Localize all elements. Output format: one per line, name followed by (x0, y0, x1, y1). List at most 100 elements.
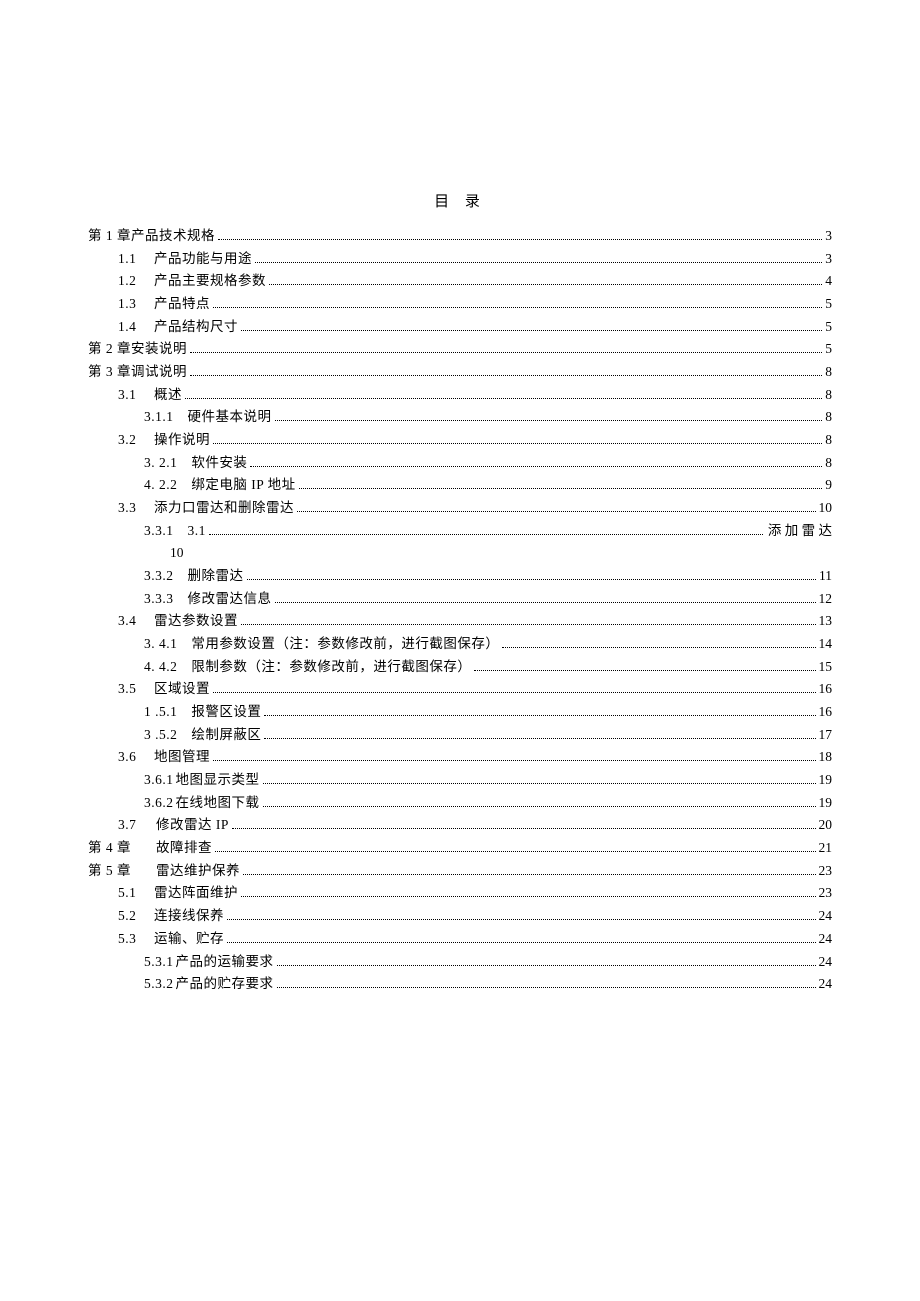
toc-entry: 第 5 章雷达维护保养23 (88, 860, 832, 883)
toc-entry: 3.1.1硬件基本说明8 (88, 406, 832, 429)
toc-entry-page: 24 (819, 905, 833, 928)
toc-leader-dots (264, 728, 815, 738)
toc-entry-text: 故障排查 (156, 837, 212, 860)
toc-entry-number: 3. 2.1 (144, 452, 177, 475)
toc-entry-page: 8 (825, 384, 832, 407)
toc-leader-dots (277, 978, 816, 988)
toc-entry: 3.6.2在线地图下载19 (88, 792, 832, 815)
toc-entry-number: 3.3.2 (144, 565, 174, 588)
toc-entry-number: 1.3 (118, 293, 154, 316)
toc-leader-dots (264, 706, 815, 716)
toc-entry-text: 修改雷达信息 (188, 588, 272, 611)
toc-entry: 5.3运输、贮存24 (88, 928, 832, 951)
toc-leader-dots (213, 683, 816, 693)
toc-entry-text: 修改雷达 IP (156, 814, 229, 837)
toc-entry-page: 5 (825, 338, 832, 361)
toc-entry-page: 13 (819, 610, 833, 633)
toc-entry-number: 3.1.1 (144, 406, 174, 429)
toc-entry: 3 .5.2绘制屏蔽区17 (88, 724, 832, 747)
toc-entry-number: 3.2 (118, 429, 154, 452)
toc-leader-dots (269, 275, 822, 285)
toc-entry-number: 4. 2.2 (144, 474, 177, 497)
toc-entry-text: 调试说明 (131, 361, 187, 384)
toc-entry: 3.5区域设置16 (88, 678, 832, 701)
toc-entry-text: 删除雷达 (188, 565, 244, 588)
toc-entry-page: 21 (819, 837, 833, 860)
toc-entry: 3.6.1地图显示类型19 (88, 769, 832, 792)
toc-entry-number: 3.7 (118, 814, 154, 837)
toc-entry-number: 5.3.1 (144, 951, 174, 974)
toc-entry-text: 区域设置 (154, 678, 210, 701)
toc-entry: 3.1概述8 (88, 384, 832, 407)
toc-entry: 1.4产品结构尺寸5 (88, 316, 832, 339)
toc-leader-dots (297, 502, 816, 512)
toc-entry-page: 8 (825, 361, 832, 384)
toc-leader-dots (250, 456, 822, 466)
toc-entry: 3.4雷达参数设置13 (88, 610, 832, 633)
toc-entry-number: 5.3.2 (144, 973, 174, 996)
toc-entry-page: 9 (825, 474, 832, 497)
toc-entry-number: 3.3 (118, 497, 154, 520)
toc-entry-number: 第 3 章 (88, 361, 131, 384)
toc-entry-text: 添力口雷达和删除雷达 (154, 497, 294, 520)
toc-leader-dots (190, 343, 822, 353)
toc-leader-dots (241, 887, 816, 897)
toc-entry-page: 19 (819, 769, 833, 792)
toc-entry-page: 8 (825, 452, 832, 475)
toc-entry-page: 17 (819, 724, 833, 747)
toc-entry-text: 雷达阵面维护 (154, 882, 238, 905)
toc-entry-number: 5.2 (118, 905, 154, 928)
toc-entry-text: 操作说明 (154, 429, 210, 452)
toc-entry-page: 18 (819, 746, 833, 769)
toc-entry-page: 23 (819, 882, 833, 905)
toc-entry-number: 5.1 (118, 882, 154, 905)
toc-entry-number: 3.6.2 (144, 792, 174, 815)
toc-entry: 3.7修改雷达 IP20 (88, 814, 832, 837)
toc-entry: 3.3.3修改雷达信息12 (88, 588, 832, 611)
toc-entry-page: 4 (825, 270, 832, 293)
toc-entry-page: 3 (825, 225, 832, 248)
document-page: 目 录 第 1 章产品技术规格31.1产品功能与用途31.2产品主要规格参数41… (0, 0, 920, 1301)
toc-leader-dots (255, 252, 822, 262)
toc-leader-dots (213, 298, 822, 308)
toc-leader-dots (502, 638, 815, 648)
toc-entry-number: 1.2 (118, 270, 154, 293)
toc-entry-page: 14 (819, 633, 833, 656)
toc-entry-text: 产品的贮存要求 (176, 973, 274, 996)
toc-entry-text: 产品结构尺寸 (154, 316, 238, 339)
toc-entry: 5.2连接线保养24 (88, 905, 832, 928)
toc-leader-dots (241, 615, 816, 625)
toc-entry-number: 第 1 章 (88, 225, 131, 248)
toc-entry-number: 4. 4.2 (144, 656, 177, 679)
toc-leader-dots (213, 434, 822, 444)
toc-entry-page: 12 (819, 588, 833, 611)
toc-entry: 1.3产品特点 5 (88, 293, 832, 316)
toc-entry: 第 2 章安装说明5 (88, 338, 832, 361)
toc-entry-number: 3.6.1 (144, 769, 174, 792)
toc-entry: 3.3添力口雷达和删除雷达 10 (88, 497, 832, 520)
toc-leader-dots (190, 366, 822, 376)
toc-entry-page: 16 (819, 701, 833, 724)
toc-entry-text: 产品特点 (154, 293, 210, 316)
toc-entry: 第 1 章产品技术规格3 (88, 225, 832, 248)
toc-entry-page: 5 (825, 293, 832, 316)
toc-entry-number: 3 .5.2 (144, 724, 177, 747)
toc-leader-dots (299, 479, 823, 489)
toc-leader-dots (209, 524, 763, 534)
toc-entry-text: 限制参数（注：参数修改前，进行截图保存） (191, 656, 471, 679)
toc-entry-number: 第 5 章 (88, 860, 156, 883)
toc-entry-text: 概述 (154, 384, 182, 407)
toc-entry-text: 在线地图下载 (176, 792, 260, 815)
toc-entry-number: 第 2 章 (88, 338, 131, 361)
toc-entry-number: 3.6 (118, 746, 154, 769)
toc-entry-number: 5.3 (118, 928, 154, 951)
toc-entry-text: 运输、贮存 (154, 928, 224, 951)
toc-entry: 1.1产品功能与用途3 (88, 248, 832, 271)
toc-entry-page: 8 (825, 429, 832, 452)
toc-entry: 1.2产品主要规格参数4 (88, 270, 832, 293)
toc-entry: 1 .5.1报警区设置16 (88, 701, 832, 724)
toc-entry-page: 10 (819, 497, 833, 520)
toc-entry-label: 添 加 雷 达 (768, 520, 832, 543)
toc-entry: 3.3.13.1添 加 雷 达 (88, 520, 832, 543)
toc-leader-dots (263, 796, 816, 806)
